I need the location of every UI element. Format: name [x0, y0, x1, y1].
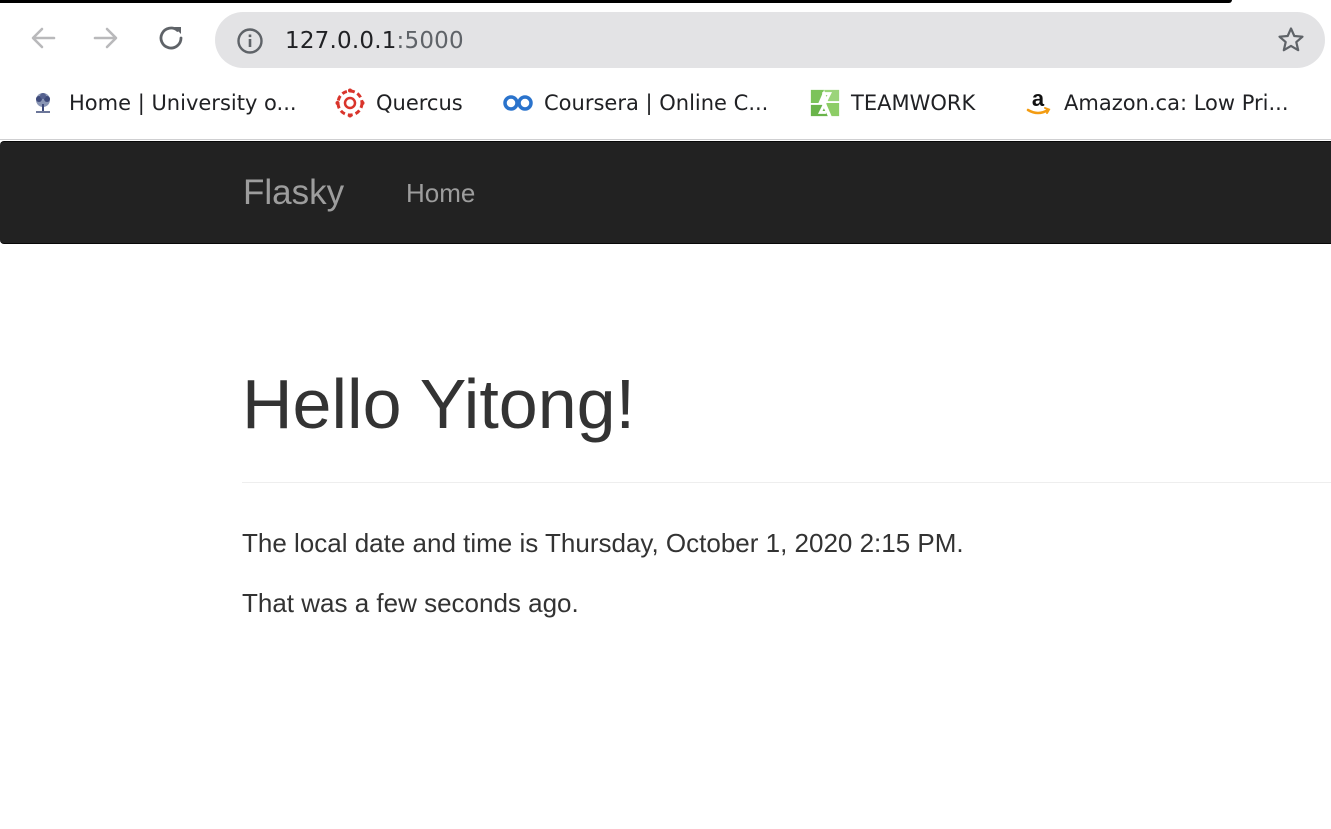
url-host: 127.0.0.1: [285, 28, 397, 54]
bookmark-quercus[interactable]: Quercus: [334, 85, 463, 121]
amazon-logo-icon: a: [1022, 87, 1054, 119]
url-port: :5000: [396, 28, 464, 54]
svg-text:a: a: [1032, 87, 1045, 111]
bookmark-label: TEAMWORK: [851, 91, 976, 115]
navbar-brand[interactable]: Flasky: [243, 173, 344, 213]
bookmark-label: Coursera | Online C...: [544, 91, 769, 115]
reload-button[interactable]: [151, 18, 191, 58]
bookmark-label: Home | University o...: [69, 91, 297, 115]
bookmark-label: Quercus: [376, 91, 463, 115]
relative-time-text: That was a few seconds ago.: [242, 588, 579, 618]
bookmark-label: Amazon.ca: Low Pri...: [1064, 91, 1289, 115]
site-info-button[interactable]: [235, 26, 265, 56]
coursera-logo-icon: [502, 87, 534, 119]
url-text[interactable]: 127.0.0.1:5000: [285, 26, 464, 56]
reload-icon: [159, 26, 183, 50]
info-icon: [237, 28, 263, 54]
arrow-left-icon: [31, 27, 56, 49]
back-button[interactable]: [23, 18, 63, 58]
forward-button[interactable]: [86, 18, 126, 58]
datetime-text: The local date and time is Thursday, Oct…: [242, 528, 964, 558]
bookmark-amazon[interactable]: a Amazon.ca: Low Pri...: [1022, 85, 1289, 121]
university-crest-icon: [27, 87, 59, 119]
site-navbar: Flasky Home: [0, 141, 1331, 244]
nav-link-home[interactable]: Home: [406, 177, 475, 209]
bookmarks-bar: Home | University o... Quercus Coursera …: [0, 75, 1331, 140]
browser-toolbar: 127.0.0.1:5000: [0, 3, 1331, 75]
star-icon: [1278, 27, 1304, 52]
quercus-logo-icon: [334, 87, 366, 119]
bookmark-teamwork[interactable]: TEAMWORK: [809, 85, 975, 121]
page-header: Hello Yitong!: [242, 362, 1331, 483]
bookmark-coursera[interactable]: Coursera | Online C...: [502, 85, 768, 121]
arrow-right-icon: [93, 27, 118, 49]
teamwork-logo-icon: [809, 87, 841, 119]
bookmark-university[interactable]: Home | University o...: [27, 85, 297, 121]
page-title: Hello Yitong!: [242, 365, 636, 443]
address-bar[interactable]: 127.0.0.1:5000: [215, 12, 1325, 68]
bookmark-star-button[interactable]: [1275, 24, 1307, 56]
